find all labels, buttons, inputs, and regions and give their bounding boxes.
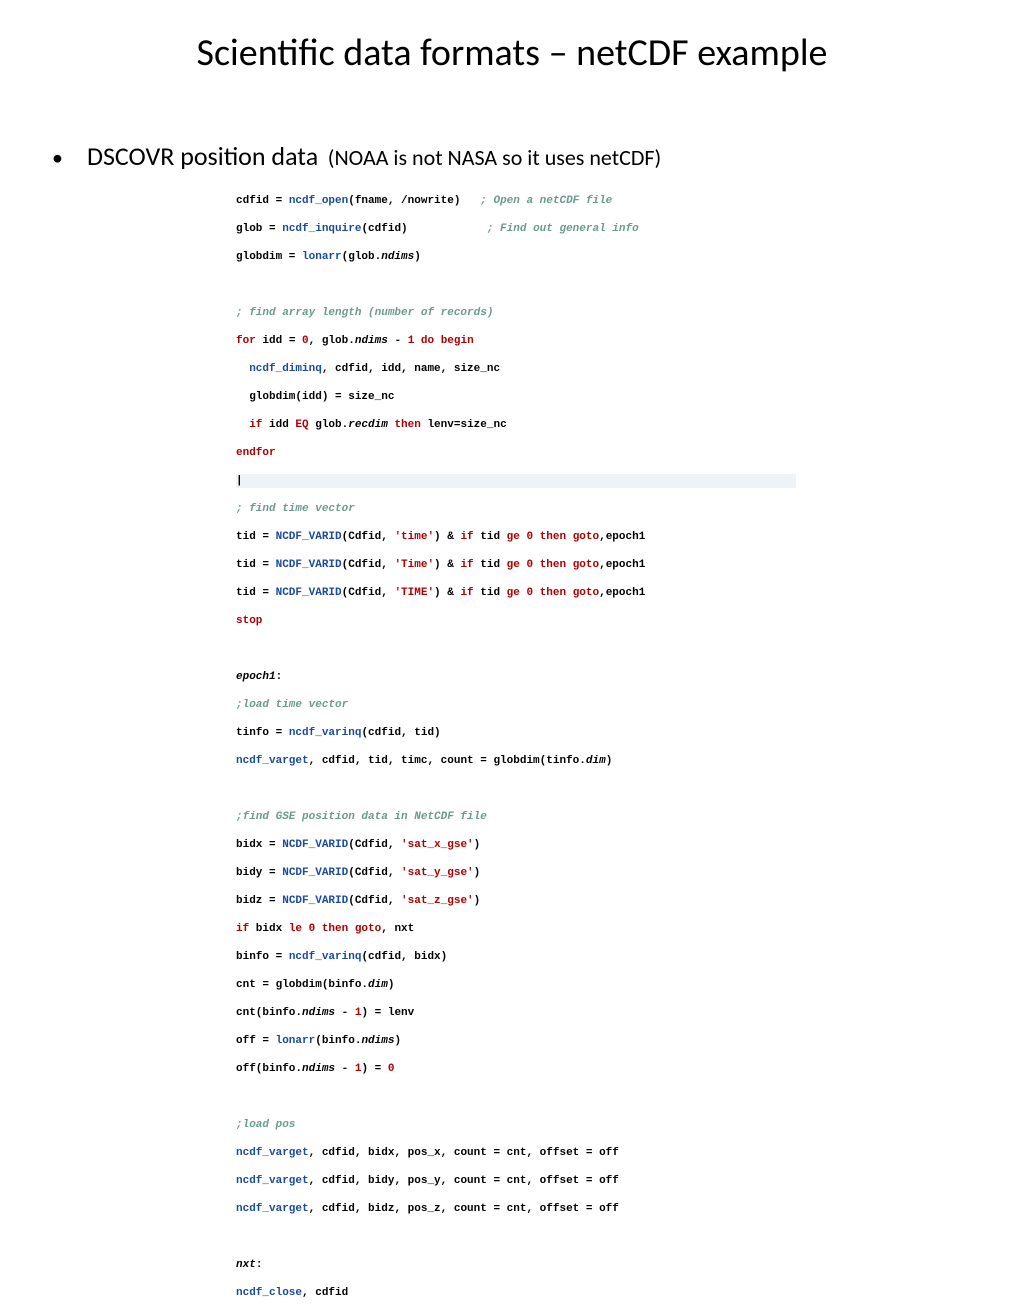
slide-title: Scientific data formats – netCDF example	[0, 30, 1024, 76]
cursor-line: |	[236, 474, 796, 488]
bullet-dot-icon: •	[52, 144, 63, 171]
code-block: cdfid = ncdf_open(fname, /nowrite) ; Ope…	[236, 180, 796, 1314]
bullet-main-text: DSCOVR position data	[87, 140, 318, 172]
bullet-sub-text: (NOAA is not NASA so it uses netCDF)	[328, 144, 661, 171]
bullet-row: • DSCOVR position data (NOAA is not NASA…	[52, 140, 661, 172]
